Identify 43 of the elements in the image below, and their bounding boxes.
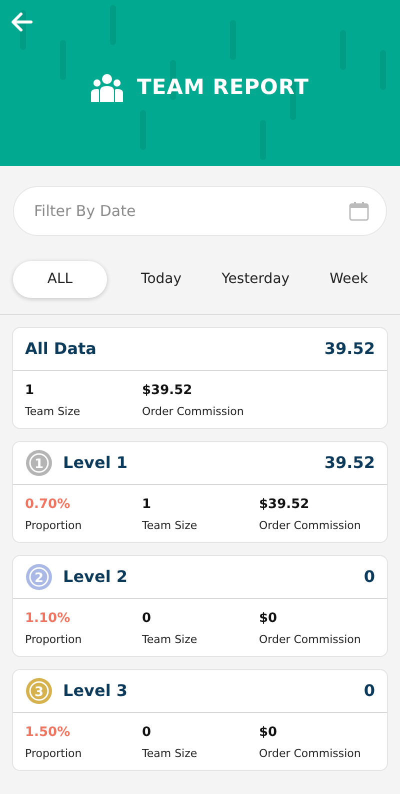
proportion-value: 0.70%: [25, 496, 72, 514]
date-filter-field[interactable]: Filter By Date: [13, 186, 387, 236]
card-title: Level 1: [63, 452, 128, 474]
stat-label: Team Size: [142, 746, 198, 762]
stat-label: Order Commission: [259, 632, 362, 648]
period-tab[interactable]: Week: [324, 260, 374, 298]
stat-value: 1: [25, 382, 36, 400]
period-tab[interactable]: Today: [135, 260, 188, 298]
stat-value: $39.52: [142, 382, 194, 400]
card-title: Level 3: [63, 680, 128, 702]
stat-value: $39.52: [259, 496, 310, 514]
total-value: 39.52: [324, 452, 375, 474]
stat-value: $0: [259, 724, 278, 742]
stat-label: Proportion: [25, 632, 83, 648]
card-title: All Data: [25, 338, 96, 360]
stat-value: 0: [142, 610, 152, 628]
medal-icon: 2: [25, 563, 53, 591]
total-value: 0: [364, 566, 375, 588]
period-tab[interactable]: ALL: [13, 260, 107, 298]
total-value: 39.52: [324, 338, 375, 360]
back-arrow-icon: [10, 10, 34, 34]
proportion-value: 1.50%: [25, 724, 72, 742]
medal-icon: 1: [25, 449, 53, 477]
proportion-value: 1.10%: [25, 610, 72, 628]
calendar-icon[interactable]: [349, 201, 369, 221]
stat-label: Order Commission: [142, 404, 245, 420]
stat-label: Order Commission: [259, 518, 362, 534]
stat-value: 0: [142, 724, 152, 742]
stat-label: Team Size: [25, 404, 82, 420]
stat-value: $0: [259, 610, 278, 628]
stat-label: Order Commission: [259, 746, 362, 762]
stat-value: 1: [142, 496, 152, 514]
period-tab[interactable]: Yesterday: [216, 260, 296, 298]
back-button[interactable]: [10, 10, 34, 34]
stat-label: Team Size: [142, 632, 198, 648]
page-title: TEAM REPORT: [137, 74, 309, 101]
stat-label: Proportion: [25, 746, 83, 762]
card-title: Level 2: [63, 566, 128, 588]
team-icon: [91, 72, 124, 103]
stat-label: Proportion: [25, 518, 83, 534]
total-value: 0: [364, 680, 375, 702]
medal-icon: 3: [25, 677, 53, 705]
stat-label: Team Size: [142, 518, 198, 534]
